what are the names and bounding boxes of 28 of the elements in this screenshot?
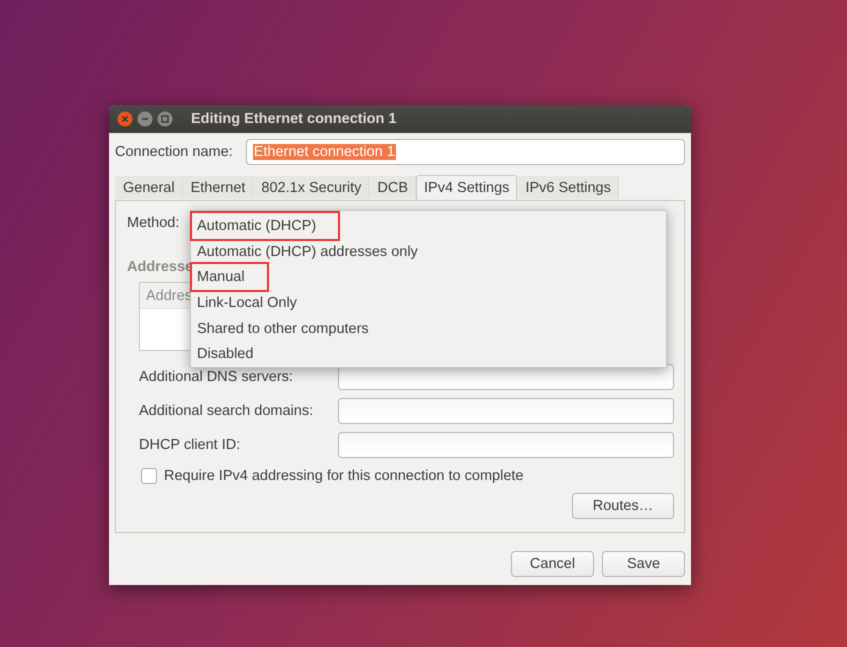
checkbox-label: Require IPv4 addressing for this connection to complete [164,468,524,484]
tab[interactable]: DCB [369,176,416,199]
tab[interactable]: 802.1x Security [253,176,370,199]
close-icon[interactable] [117,111,133,127]
field-label: Additional DNS servers: [139,369,294,385]
field-label: DHCP client ID: [139,437,242,453]
tab[interactable]: IPv4 Settings [416,175,518,200]
dialog-button[interactable]: Cancel [511,551,594,577]
tab[interactable]: IPv6 Settings [517,176,619,199]
field-label: Additional search domains: [139,403,314,419]
field-label: Method: [127,215,180,231]
routes-button[interactable]: Routes… [572,493,674,519]
maximize-icon[interactable] [157,111,173,127]
dialog-button[interactable]: Save [602,551,685,577]
menu-item[interactable]: Automatic (DHCP) [190,210,340,241]
input-field[interactable] [338,398,674,424]
tab[interactable]: General [115,176,183,199]
menu-item[interactable]: Automatic (DHCP) addresses only [197,244,418,260]
field-label: Connection name: [115,144,233,160]
checkbox[interactable] [141,468,157,484]
menu-item[interactable]: Manual [190,262,269,292]
minimize-icon[interactable] [137,111,153,127]
menu-item[interactable]: Disabled [197,346,254,362]
input-field[interactable] [338,432,674,458]
menu-item[interactable]: Shared to other computers [197,320,369,337]
window-title: Editing Ethernet connection 1 [191,111,396,127]
menu-item[interactable]: Link-Local Only [197,294,297,311]
tab[interactable]: Ethernet [182,176,254,199]
